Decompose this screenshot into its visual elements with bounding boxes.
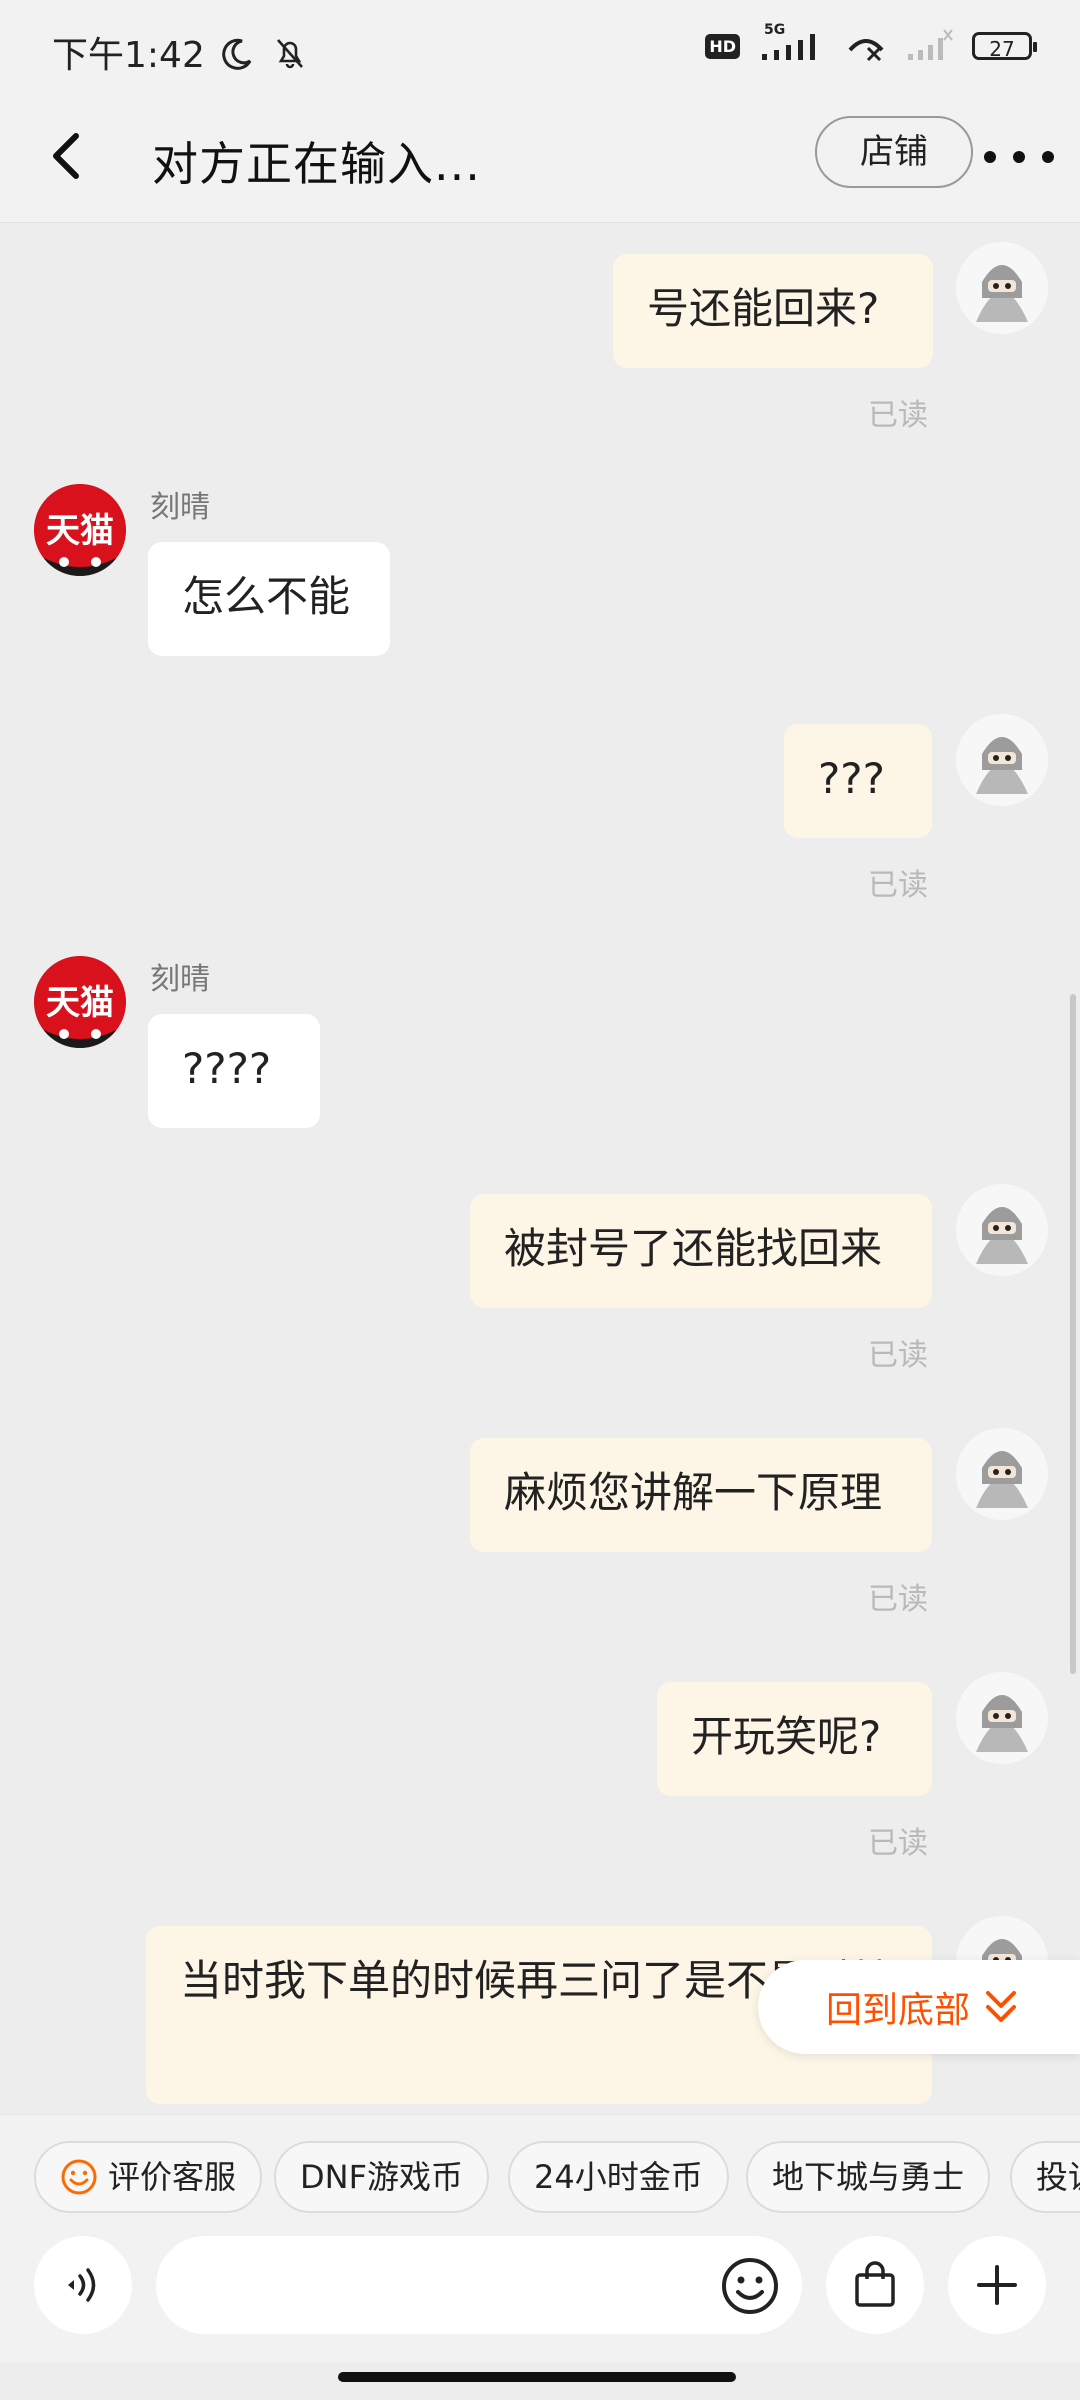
read-receipt: 已读 — [868, 1338, 928, 1373]
svg-text:天猫: 天猫 — [46, 983, 114, 1023]
hd-icon: HD — [705, 33, 740, 59]
message-list[interactable]: 号还能回来? 已读 天猫 刻晴 怎么不能 ??? 已读 天猫 刻晴 ???? 被… — [0, 222, 1080, 2114]
sender-name: 刻晴 — [150, 962, 210, 997]
ninja-avatar-icon — [956, 242, 1048, 334]
more-dots-icon — [984, 151, 996, 163]
tmall-logo-icon: 天猫 — [34, 956, 126, 1048]
message-bubble-outgoing[interactable]: 号还能回来? — [613, 254, 933, 368]
ninja-avatar-icon — [956, 1672, 1048, 1764]
input-bar — [0, 2236, 1080, 2362]
emoji-button[interactable] — [718, 2254, 782, 2318]
tmall-logo-icon: 天猫 — [34, 484, 126, 576]
scrollbar[interactable] — [1070, 994, 1076, 1674]
home-indicator[interactable] — [338, 2372, 736, 2382]
quick-reply-24h-gold[interactable]: 24小时金币 — [508, 2141, 729, 2213]
svg-text:天猫: 天猫 — [46, 511, 114, 551]
ninja-avatar-icon — [956, 1428, 1048, 1520]
call-missed-icon — [848, 39, 884, 62]
more-options-button[interactable] — [984, 134, 1054, 180]
shopping-bag-icon — [855, 2261, 895, 2307]
mute-bell-icon — [276, 39, 303, 69]
quick-reply-complaint[interactable]: 投诉 — [1010, 2141, 1080, 2213]
store-button[interactable]: 店铺 — [815, 116, 973, 188]
quick-reply-bar: 评价客服 DNF游戏币 24小时金币 地下城与勇士 投诉 — [0, 2114, 1080, 2237]
user-avatar[interactable] — [956, 1428, 1048, 1520]
read-receipt: 已读 — [868, 1582, 928, 1617]
message-bubble-incoming[interactable]: ???? — [148, 1014, 320, 1128]
read-receipt: 已读 — [868, 868, 928, 903]
voice-wave-icon — [68, 2268, 96, 2302]
back-to-bottom-button[interactable]: 回到底部 — [758, 1960, 1080, 2054]
chat-header: 对方正在输入... 店铺 — [0, 100, 1080, 223]
moon-icon — [222, 38, 252, 70]
signal-5g-icon: 5G — [758, 22, 828, 64]
back-button[interactable] — [36, 124, 100, 188]
plus-icon — [977, 2265, 1017, 2305]
message-bubble-outgoing[interactable]: 被封号了还能找回来 — [470, 1194, 932, 1308]
quick-reply-rate-service[interactable]: 评价客服 — [34, 2141, 263, 2213]
order-button[interactable] — [826, 2236, 924, 2334]
double-chevron-down-icon — [986, 1991, 1017, 2022]
smiley-icon — [61, 2159, 97, 2195]
user-avatar[interactable] — [956, 1184, 1048, 1276]
signal-weak-icon — [908, 29, 953, 60]
read-receipt: 已读 — [868, 1826, 928, 1861]
message-bubble-outgoing[interactable]: ??? — [784, 724, 932, 838]
more-actions-button[interactable] — [948, 2236, 1046, 2334]
chevron-left-icon — [53, 133, 79, 179]
emoji-face-icon — [722, 2258, 778, 2314]
shop-avatar[interactable]: 天猫 — [34, 484, 126, 576]
status-time: 下午1:42 — [52, 35, 205, 76]
chat-screen: 下午1:42 HD 5G 27 对方正在输入... 店铺 号还能回来? 已读 天… — [0, 0, 1080, 2400]
user-avatar[interactable] — [956, 1672, 1048, 1764]
ninja-avatar-icon — [956, 1184, 1048, 1276]
battery-icon: 27 — [972, 32, 1037, 61]
shop-avatar[interactable]: 天猫 — [34, 956, 126, 1048]
user-avatar[interactable] — [956, 242, 1048, 334]
read-receipt: 已读 — [868, 398, 928, 433]
back-to-bottom-label: 回到底部 — [826, 1990, 971, 2031]
voice-button[interactable] — [34, 2236, 132, 2334]
message-bubble-outgoing[interactable]: 开玩笑呢? — [657, 1682, 932, 1796]
quick-reply-dnf-coins[interactable]: DNF游戏币 — [274, 2141, 489, 2213]
sender-name: 刻晴 — [150, 490, 210, 525]
message-bubble-outgoing[interactable]: 麻烦您讲解一下原理 — [470, 1438, 932, 1552]
ninja-avatar-icon — [956, 714, 1048, 806]
page-title: 对方正在输入... — [152, 137, 481, 191]
quick-reply-dungeon-fighter[interactable]: 地下城与勇士 — [746, 2141, 991, 2213]
message-input[interactable] — [156, 2236, 802, 2334]
user-avatar[interactable] — [956, 714, 1048, 806]
status-bar: 下午1:42 HD 5G 27 — [0, 0, 1080, 100]
message-bubble-incoming[interactable]: 怎么不能 — [148, 542, 390, 656]
